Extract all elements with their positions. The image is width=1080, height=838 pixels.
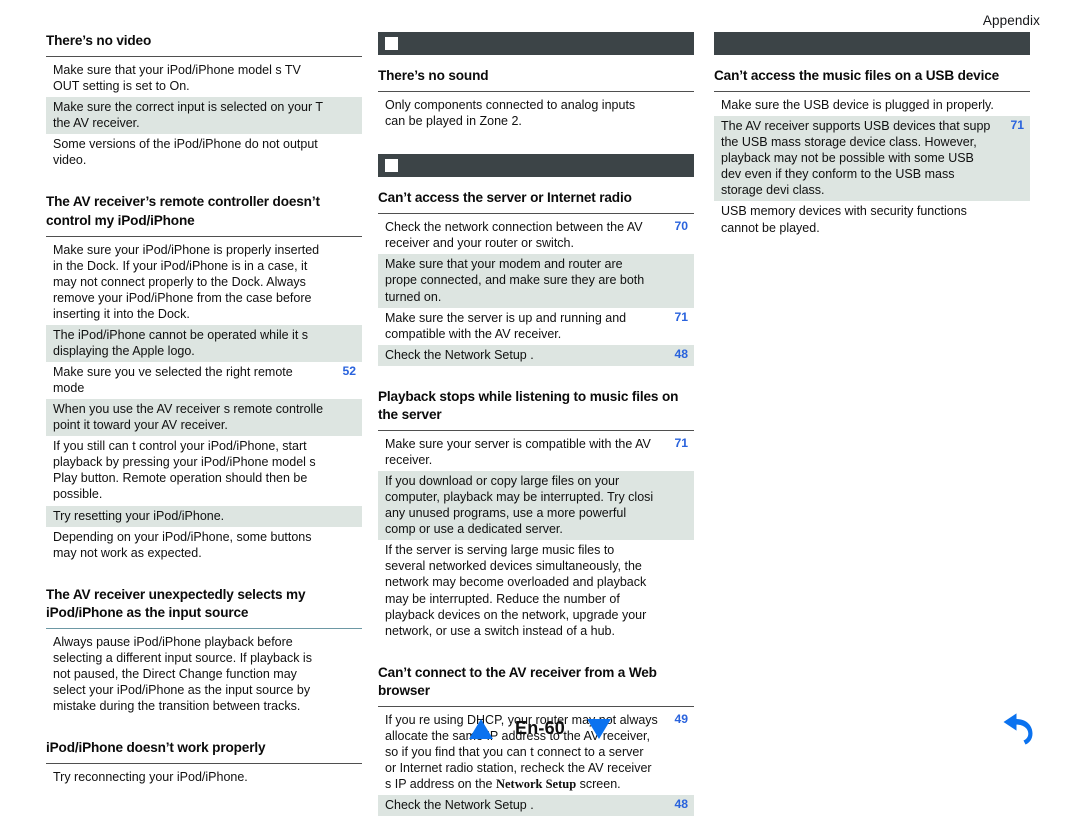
document-page: Appendix There’s no video Make sure that … (0, 0, 1080, 817)
column-right: Can’t access the music files on a USB de… (714, 32, 1030, 261)
answer-text: If the server is serving large music fil… (385, 543, 647, 638)
answer-text: Make sure that your modem and router are… (385, 257, 645, 304)
heading-rule (46, 627, 362, 629)
answer-text: The AV receiver supports USB devices tha… (721, 119, 991, 198)
answer-row: Try resetting your iPod/iPhone.0 (46, 505, 362, 527)
page-nav: En-60 (0, 718, 1080, 739)
answer-row: Only components connected to analog inpu… (378, 95, 694, 132)
answer-text: Make sure your iPod/iPhone is properly i… (53, 242, 320, 321)
answer-text: Make sure your server is compatible with… (385, 436, 651, 467)
page-footer: En-60 (0, 710, 1080, 754)
qa-heading: Can’t connect to the AV receiver from a … (378, 664, 657, 698)
qa-heading: There’s no sound (378, 68, 489, 83)
answer-text: Make sure the correct input is selected … (53, 100, 323, 131)
answer-text: If you download or copy large files on y… (385, 474, 654, 537)
white-square-icon (385, 159, 398, 173)
answer-text: If you still can t control your iPod/iPh… (53, 439, 316, 502)
answer-list: Make sure your server is compatible with… (378, 434, 694, 642)
heading-rule (378, 429, 694, 431)
answer-row: Some versions of the iPod/iPhone do not … (46, 134, 362, 171)
answer-text: Make sure you ve selected the right remo… (53, 365, 293, 396)
answer-row: USB memory devices with security functio… (714, 201, 1030, 238)
column-left: There’s no video Make sure that your iPod… (46, 32, 362, 810)
answer-row: Always pause iPod/iPhone playback before… (46, 632, 362, 717)
answer-text: Try resetting your iPod/iPhone. (53, 508, 225, 523)
section-bar (378, 32, 694, 55)
page-reference-link[interactable]: 71 (662, 310, 694, 326)
answer-text: Always pause iPod/iPhone playback before… (53, 634, 312, 714)
next-page-triangle-icon[interactable] (587, 718, 612, 739)
page-reference-link[interactable]: 52 (330, 364, 362, 380)
answer-row: The AV receiver supports USB devices tha… (714, 116, 1030, 202)
answer-row: If the server is serving large music fil… (378, 540, 694, 641)
answer-row: The iPod/iPhone cannot be operated while… (46, 324, 362, 363)
answer-text: Make sure that your iPod/iPhone model s … (53, 63, 301, 94)
answer-row: Try reconnecting your iPod/iPhone.0 (46, 767, 362, 788)
heading-rule (378, 213, 694, 215)
answer-text: Only components connected to analog inpu… (385, 98, 636, 129)
answer-text: Check the Network Setup . (385, 798, 534, 813)
answer-text: USB memory devices with security functio… (721, 204, 967, 235)
heading-rule (46, 56, 362, 58)
answer-row: Depending on your iPod/iPhone, some butt… (46, 527, 362, 564)
answer-row: If you download or copy large files on y… (378, 471, 694, 541)
answer-text: Some versions of the iPod/iPhone do not … (53, 137, 318, 168)
page-reference-link[interactable]: 71 (662, 436, 694, 452)
answer-row: Make sure your server is compatible with… (378, 434, 694, 471)
heading-rule (46, 235, 362, 237)
back-arrow-icon[interactable] (996, 712, 1038, 750)
heading-rule (378, 705, 694, 707)
answer-row: Make sure that your iPod/iPhone model s … (46, 60, 362, 97)
answer-text: Check the Network Setup . (385, 347, 534, 362)
answer-text: The iPod/iPhone cannot be operated while… (53, 327, 309, 358)
section-bar (378, 154, 694, 178)
answer-row: Make sure the USB device is plugged in p… (714, 95, 1030, 116)
answer-list: Check the network connection between the… (378, 217, 694, 366)
qa-heading: Can’t access the server or Internet radi… (378, 190, 632, 206)
answer-list: Make sure that your iPod/iPhone model s … (46, 60, 362, 171)
answer-row: Check the network connection between the… (378, 217, 694, 254)
answer-row: Make sure the server is up and running a… (378, 308, 694, 345)
previous-page-triangle-icon[interactable] (468, 718, 493, 739)
heading-rule (378, 91, 694, 93)
answer-row: Check the Network Setup . 48 (378, 344, 694, 366)
answer-row: Make sure you ve selected the right remo… (46, 362, 362, 399)
section-bar (714, 32, 1030, 55)
answer-text: Depending on your iPod/iPhone, some butt… (53, 529, 312, 560)
answer-row: When you use the AV receiver s remote co… (46, 399, 362, 437)
answer-row: Make sure your iPod/iPhone is properly i… (46, 240, 362, 325)
answer-text: Make sure the server is up and running a… (385, 310, 627, 341)
qa-heading: Can’t access the music files on a USB de… (714, 68, 1000, 83)
menu-name: Network Setup (495, 777, 577, 792)
answer-list: Always pause iPod/iPhone playback before… (46, 632, 362, 717)
answer-list: Make sure the USB device is plugged in p… (714, 95, 1030, 239)
answer-text: When you use the AV receiver s remote co… (53, 402, 324, 433)
answer-row: Make sure the correct input is selected … (46, 97, 362, 135)
answer-row: Make sure that your modem and router are… (378, 254, 694, 308)
heading-rule (714, 91, 1030, 93)
answer-row: Check the Network Setup . 48 (378, 795, 694, 817)
answer-list: Try reconnecting your iPod/iPhone.0 (46, 767, 362, 788)
answer-text: Check the network connection between the… (385, 220, 643, 251)
answer-row: If you still can t control your iPod/iPh… (46, 436, 362, 505)
answer-list: Only components connected to analog inpu… (378, 95, 694, 132)
page-reference-link[interactable]: 48 (662, 347, 694, 363)
running-head: Appendix (982, 13, 1040, 28)
white-square-icon (385, 37, 398, 50)
qa-heading: There’s no video (46, 33, 152, 48)
qa-heading: Playback stops while listening to music … (378, 388, 679, 422)
page-number-label: En-60 (514, 718, 566, 738)
page-reference-link[interactable]: 70 (662, 219, 694, 235)
answer-text: Try reconnecting your iPod/iPhone. (53, 770, 248, 785)
qa-heading: The AV receiver’s remote controller does… (46, 194, 320, 228)
answer-text: Make sure the USB device is plugged in p… (721, 98, 994, 113)
qa-heading: The AV receiver unexpectedly selects my … (46, 586, 306, 620)
answer-list: Make sure your iPod/iPhone is properly i… (46, 240, 362, 564)
page-reference-link[interactable]: 48 (662, 797, 694, 813)
page-reference-link[interactable]: 71 (998, 118, 1030, 134)
